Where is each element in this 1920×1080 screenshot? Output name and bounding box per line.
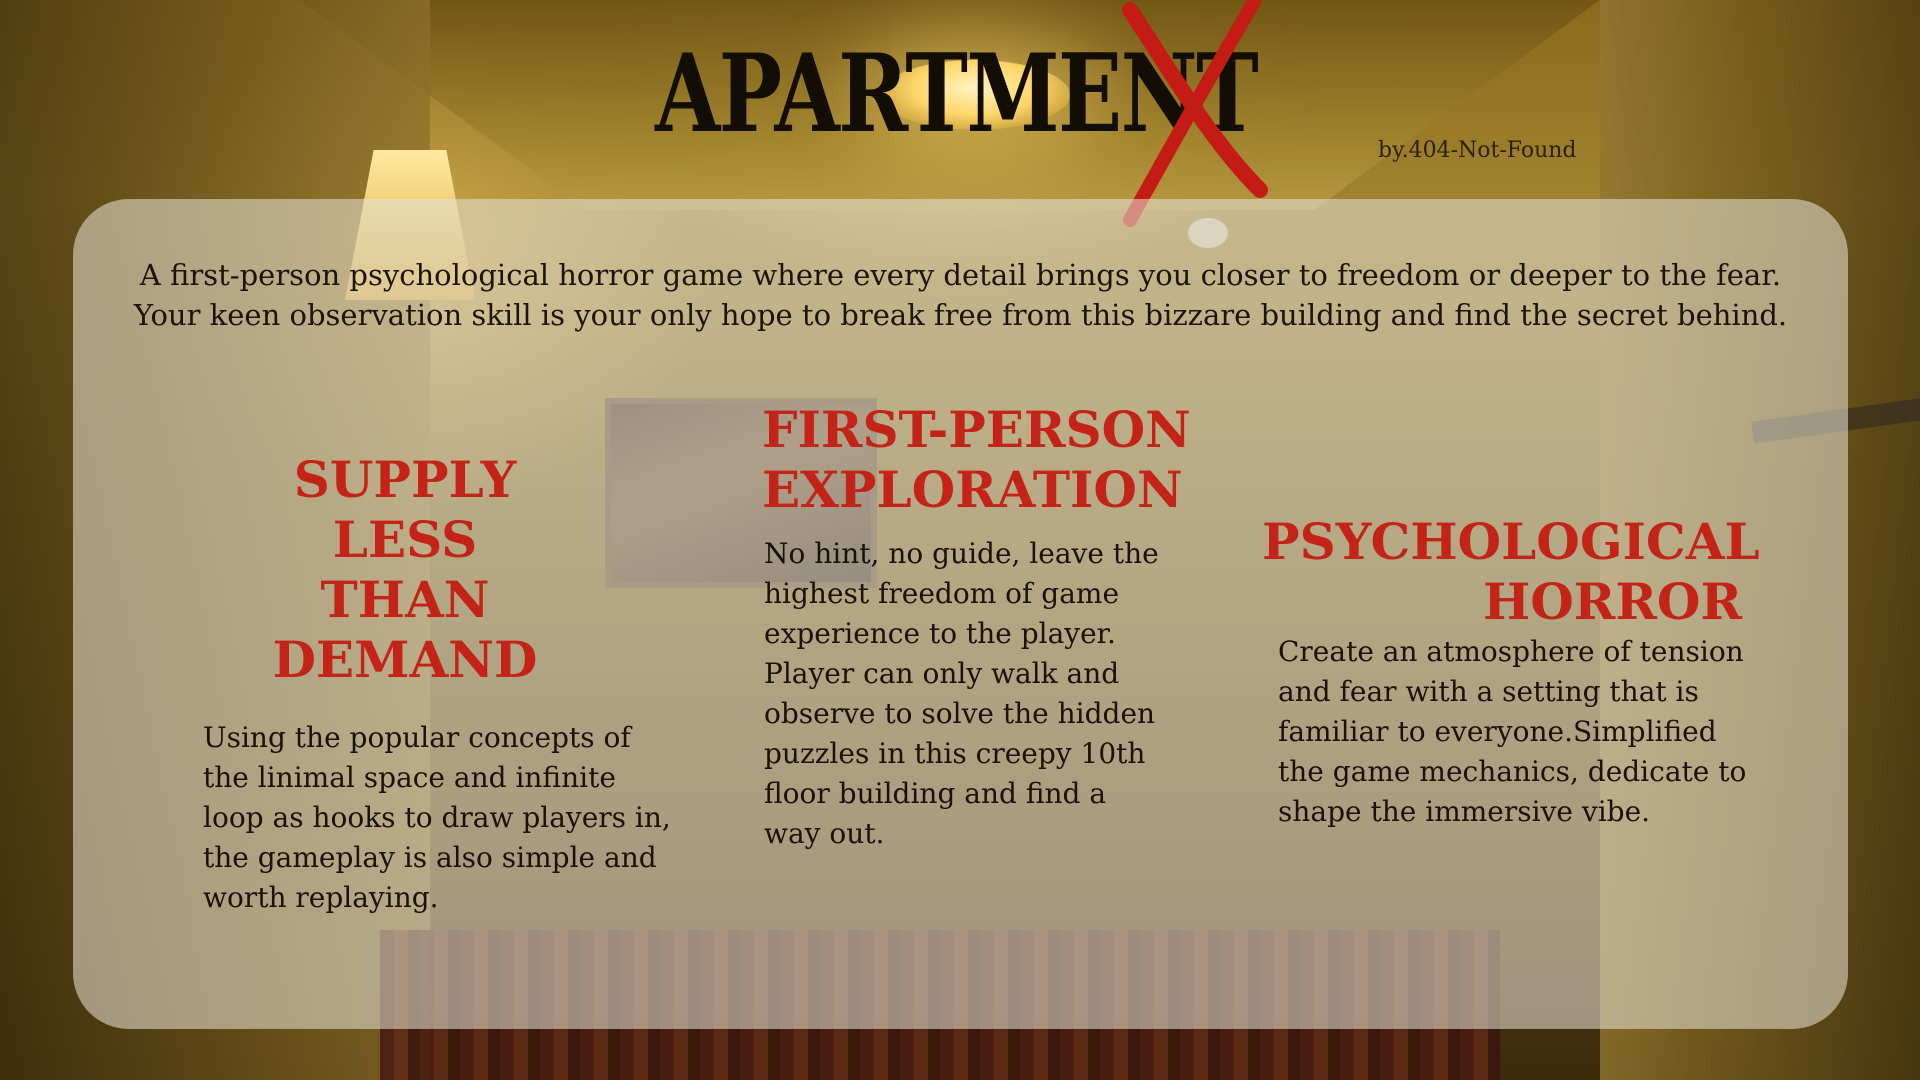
feature-body-line: highest freedom of game (764, 577, 1120, 610)
feature-body-line: way out. (764, 817, 885, 850)
feature-title-line: THAN (320, 570, 490, 629)
feature-body-line: worth replaying. (203, 881, 439, 914)
feature-body-line: the gameplay is also simple and (203, 841, 657, 874)
developer-byline: by.404-Not-Found (1378, 138, 1577, 163)
feature-body-line: familiar to everyone.Simplified (1278, 715, 1717, 748)
feature-body-line: the game mechanics, dedicate to (1278, 755, 1747, 788)
feature-body-line: floor building and find a (764, 777, 1107, 810)
feature-title-line: EXPLORATION (762, 460, 1183, 519)
feature-body-line: Using the popular concepts of (203, 721, 631, 754)
game-description: A first-person psychological horror game… (73, 255, 1848, 335)
feature-body-line: Player can only walk and (764, 657, 1120, 690)
feature-body-line: loop as hooks to draw players in, (203, 801, 671, 834)
feature-title-line: HORROR (1482, 572, 1742, 631)
feature-body-supply: Using the popular concepts of the linima… (203, 718, 683, 918)
feature-body-line: shape the immersive vibe. (1278, 795, 1651, 828)
feature-body-line: and fear with a setting that is (1278, 675, 1699, 708)
feature-body-line: observe to solve the hidden (764, 697, 1156, 730)
feature-title-line: FIRST-PERSON (762, 400, 1191, 459)
feature-title-line: DEMAND (272, 630, 538, 689)
feature-title-exploration: FIRST-PERSON EXPLORATION (762, 400, 1191, 520)
feature-body-horror: Create an atmosphere of tension and fear… (1278, 632, 1758, 832)
feature-body-line: No hint, no guide, leave the (764, 537, 1159, 570)
feature-title-line: SUPPLY (293, 450, 517, 509)
logo-red-x: X (1122, 0, 1268, 227)
feature-title-line: LESS (332, 510, 478, 569)
feature-body-line: experience to the player. (764, 617, 1116, 650)
description-line: Your keen observation skill is your only… (133, 298, 1788, 332)
description-line: A first-person psychological horror game… (139, 258, 1782, 292)
feature-body-line: puzzles in this creepy 10th (764, 737, 1146, 770)
feature-body-exploration: No hint, no guide, leave the highest fre… (764, 534, 1174, 854)
feature-title-supply: SUPPLY LESS THAN DEMAND (255, 450, 555, 690)
background-scene: APARTMENT X by.404-Not-Found A first-per… (0, 0, 1920, 1080)
feature-body-line: the linimal space and infinite (203, 761, 616, 794)
game-logo: APARTMENT X (640, 0, 1280, 230)
feature-body-line: Create an atmosphere of tension (1278, 635, 1744, 668)
feature-title-line: PSYCHOLOGICAL (1262, 512, 1760, 571)
feature-title-horror: PSYCHOLOGICAL HORROR (1262, 512, 1760, 632)
